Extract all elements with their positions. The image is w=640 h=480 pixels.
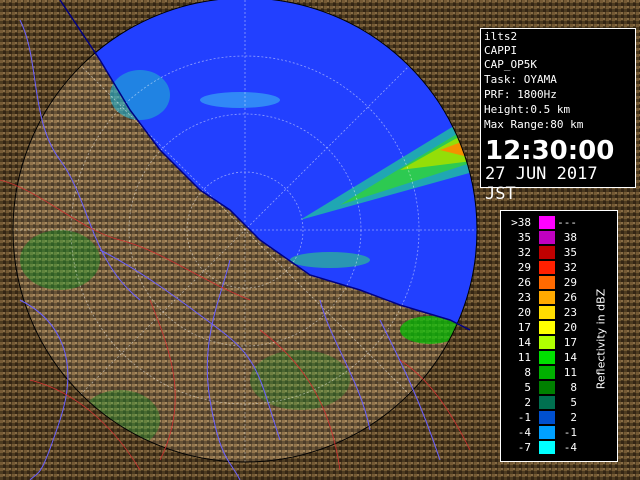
legend-min-value: 29: [517, 261, 531, 274]
legend-min-value: 2: [524, 396, 531, 409]
legend-max-value: 17: [563, 336, 577, 349]
legend-min-value: -1: [517, 411, 531, 424]
legend-min-value: 17: [517, 321, 531, 334]
info-height: Height:0.5 km: [484, 103, 571, 116]
legend-min-value: 11: [517, 351, 531, 364]
legend-max-value: 29: [563, 276, 577, 289]
info-panel: ilts2 CAPPI CAP_OP5K Task: OYAMA PRF: 18…: [480, 28, 636, 204]
legend-max-value: 20: [563, 321, 577, 334]
legend-min-value: >38: [511, 216, 531, 229]
info-product: ilts2: [484, 30, 518, 43]
legend-max-value: -4: [563, 441, 577, 454]
legend-min-value: 14: [517, 336, 531, 349]
legend-max-value: -1: [563, 426, 577, 439]
legend-max-value: 14: [563, 351, 577, 364]
legend-max-value: 38: [563, 231, 577, 244]
legend-min-value: 5: [524, 381, 531, 394]
info-type: CAPPI: [484, 44, 518, 57]
legend-max-value: 35: [563, 246, 577, 259]
legend-min-value: -4: [517, 426, 531, 439]
info-config: CAP_OP5K: [484, 58, 537, 71]
legend-min-value: 35: [517, 231, 531, 244]
legend-min-value: -7: [517, 441, 531, 454]
legend-panel: Reflectivity in dBZ >38 --- 35 38 32 35 29 32 26…: [500, 210, 618, 462]
info-prf: PRF: 1800Hz: [484, 88, 557, 101]
legend-min-value: 20: [517, 306, 531, 319]
info-range: Max Range:80 km: [484, 118, 584, 131]
legend-min-value: 8: [524, 366, 531, 379]
legend-max-value: 8: [570, 381, 577, 394]
legend-min-value: 32: [517, 246, 531, 259]
info-task: Task: OYAMA: [484, 73, 557, 86]
legend-max-value: ---: [557, 216, 577, 229]
legend-max-value: 32: [563, 261, 577, 274]
legend-max-value: 11: [563, 366, 577, 379]
legend-max-value: 23: [563, 306, 577, 319]
legend-max-value: 2: [570, 411, 577, 424]
legend-title: Reflectivity in dBZ: [594, 288, 608, 390]
legend-min-value: 26: [517, 276, 531, 289]
date-display: 27 JUN 2017 JST: [485, 164, 598, 204]
legend-max-value: 26: [563, 291, 577, 304]
legend-max-value: 5: [570, 396, 577, 409]
time-display: 12:30:00: [485, 136, 615, 166]
legend-min-value: 23: [517, 291, 531, 304]
